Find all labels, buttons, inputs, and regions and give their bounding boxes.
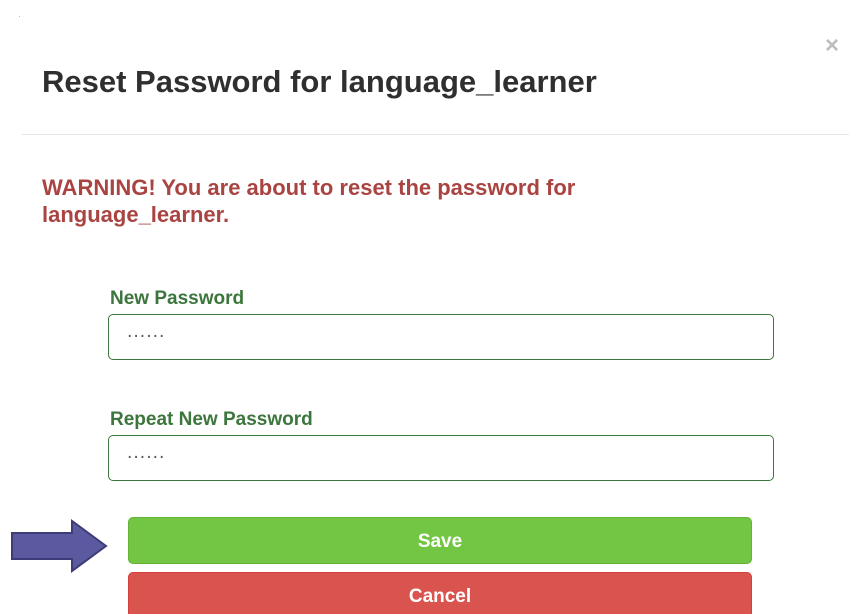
- header-divider: [22, 134, 849, 135]
- right-arrow-icon: [11, 519, 108, 573]
- new-password-field[interactable]: [108, 314, 774, 360]
- reset-password-dialog: × Reset Password for language_learner WA…: [0, 0, 849, 614]
- close-icon[interactable]: ×: [825, 34, 839, 58]
- repeat-password-label: Repeat New Password: [110, 409, 313, 430]
- cancel-button[interactable]: Cancel: [128, 572, 752, 614]
- new-password-label: New Password: [110, 288, 245, 309]
- repeat-password-field[interactable]: [108, 435, 774, 481]
- stray-dot: [19, 16, 20, 17]
- warning-message: WARNING! You are about to reset the pass…: [42, 175, 576, 227]
- dialog-title: Reset Password for language_learner: [42, 64, 597, 99]
- save-button[interactable]: Save: [128, 517, 752, 564]
